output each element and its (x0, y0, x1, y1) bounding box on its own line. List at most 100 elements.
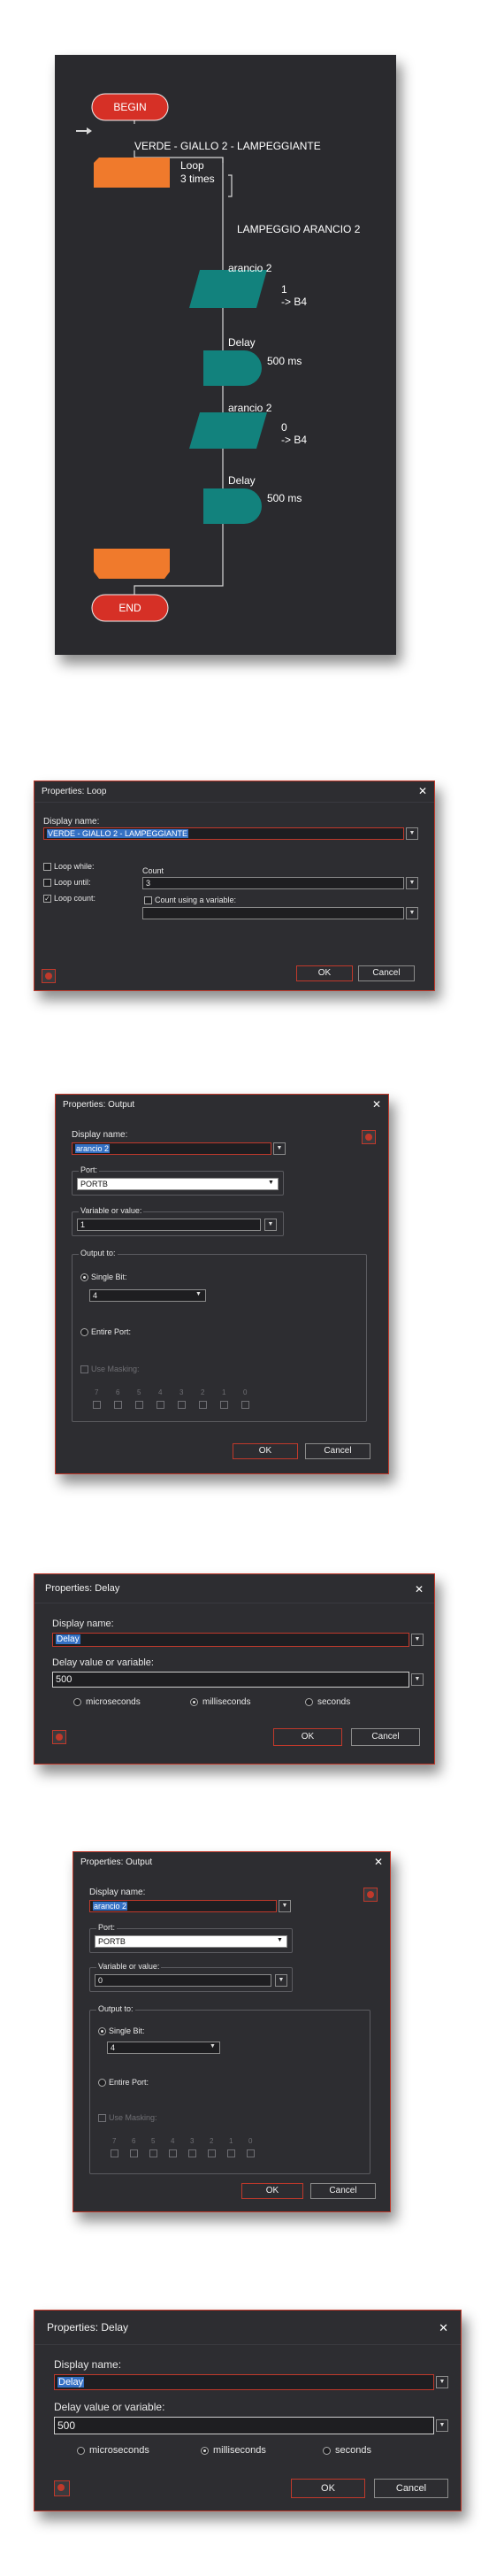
count-variable-dropdown[interactable]: ▼ (406, 907, 418, 919)
chevron-down-icon: ▼ (210, 2043, 216, 2049)
display-name-dropdown[interactable]: ▼ (411, 1634, 424, 1646)
cancel-button[interactable]: Cancel (374, 2479, 448, 2498)
delay-value-label: Delay value or variable: (54, 2401, 165, 2413)
bit-mask-checkbox[interactable] (157, 1401, 164, 1409)
bit-select[interactable]: 4 (89, 1289, 206, 1302)
close-icon[interactable]: ✕ (374, 1856, 383, 1868)
bit-mask-checkbox[interactable] (130, 2149, 138, 2157)
entire-port-label: Entire Port: (109, 2078, 149, 2087)
port-select[interactable]: PORTB (77, 1178, 279, 1190)
ok-button[interactable]: OK (233, 1443, 298, 1459)
close-icon[interactable]: ✕ (439, 2321, 448, 2335)
display-name-field[interactable]: arancio 2 (72, 1142, 271, 1155)
variable-field[interactable]: 0 (95, 1974, 271, 1987)
chevron-down-icon: ▼ (277, 1937, 283, 1943)
bit-mask-checkbox[interactable] (93, 1401, 101, 1409)
close-icon[interactable]: ✕ (415, 1583, 424, 1596)
bit-mask-checkbox[interactable] (227, 2149, 235, 2157)
bit-mask-checkbox[interactable] (178, 1401, 186, 1409)
bit-mask-checkbox[interactable] (241, 1401, 249, 1409)
display-name-field[interactable]: Delay (54, 2374, 434, 2390)
bit-mask-checkbox[interactable] (220, 1401, 228, 1409)
display-name-dropdown[interactable]: ▼ (436, 2376, 448, 2388)
count-field[interactable]: 3 (142, 877, 404, 889)
help-icon[interactable] (42, 969, 56, 983)
entire-port-radio[interactable] (98, 2079, 106, 2087)
help-icon[interactable] (52, 1730, 66, 1744)
loop-until-checkbox[interactable] (43, 879, 51, 887)
seconds-label: seconds (335, 2445, 371, 2456)
entire-port-label: Entire Port: (91, 1327, 132, 1336)
loop-while-checkbox[interactable] (43, 863, 51, 871)
variable-dropdown[interactable]: ▼ (264, 1219, 277, 1231)
help-icon[interactable] (363, 1888, 378, 1902)
delay-value-dropdown[interactable]: ▼ (436, 2419, 448, 2432)
display-name-field[interactable]: arancio 2 (89, 1900, 277, 1912)
count-variable-checkbox[interactable] (144, 896, 152, 904)
flowchart-panel: BEGIN END VERDE - GIALLO 2 - LAMPEGGIANT… (55, 55, 396, 655)
port-select[interactable]: PORTB (95, 1935, 287, 1948)
display-name-dropdown[interactable]: ▼ (406, 827, 418, 840)
delay-value-dropdown[interactable]: ▼ (411, 1673, 424, 1686)
count-variable-label: Count using a variable: (155, 896, 237, 904)
bit-mask-checkbox[interactable] (114, 1401, 122, 1409)
output1-block[interactable] (189, 270, 267, 308)
variable-field[interactable]: 1 (77, 1219, 261, 1231)
bit-mask-checkbox[interactable] (188, 2149, 196, 2157)
bit-mask-checkbox[interactable] (208, 2149, 216, 2157)
help-icon[interactable] (54, 2480, 70, 2496)
delay-value-label: Delay value or variable: (52, 1657, 154, 1668)
count-dropdown[interactable]: ▼ (406, 877, 418, 889)
use-masking-checkbox[interactable] (80, 1365, 88, 1373)
variable-label: Variable or value: (96, 1962, 162, 1971)
seconds-radio[interactable] (305, 1698, 313, 1706)
loop-start-block[interactable] (94, 158, 170, 188)
entire-port-radio[interactable] (80, 1328, 88, 1336)
microseconds-radio[interactable] (77, 2447, 85, 2455)
delay-value-field[interactable]: 500 (54, 2417, 434, 2434)
cancel-button[interactable]: Cancel (310, 2183, 376, 2199)
use-masking-checkbox[interactable] (98, 2114, 106, 2122)
bit-mask-checkbox[interactable] (149, 2149, 157, 2157)
ok-button[interactable]: OK (273, 1728, 342, 1746)
bit-label-2: 2 (201, 1388, 205, 1396)
output2-block[interactable] (189, 412, 267, 449)
loop-count-label: Loop count: (54, 894, 96, 903)
seconds-radio[interactable] (323, 2447, 331, 2455)
begin-label: BEGIN (113, 101, 147, 113)
count-variable-field[interactable] (142, 907, 404, 919)
close-icon[interactable]: ✕ (418, 785, 427, 797)
close-icon[interactable]: ✕ (372, 1098, 381, 1111)
ok-button[interactable]: OK (241, 2183, 303, 2199)
bit-mask-checkbox[interactable] (169, 2149, 177, 2157)
display-name-dropdown[interactable]: ▼ (279, 1900, 291, 1912)
single-bit-radio[interactable] (80, 1273, 88, 1281)
display-name-dropdown[interactable]: ▼ (273, 1142, 286, 1155)
display-name-field[interactable]: VERDE - GIALLO 2 - LAMPEGGIANTE (43, 827, 404, 840)
ok-button[interactable]: OK (291, 2479, 365, 2498)
loop-count-checkbox[interactable]: ✓ (43, 895, 51, 903)
bit-select[interactable]: 4 (107, 2042, 220, 2054)
delay1-block[interactable] (203, 350, 262, 386)
delay-value-field[interactable]: 500 (52, 1672, 409, 1688)
cancel-button[interactable]: Cancel (358, 965, 415, 981)
variable-dropdown[interactable]: ▼ (275, 1974, 287, 1987)
display-name-field[interactable]: Delay (52, 1633, 409, 1647)
single-bit-label: Single Bit: (109, 2026, 145, 2035)
loop-end-block[interactable] (94, 549, 170, 579)
single-bit-label: Single Bit: (91, 1273, 127, 1281)
microseconds-radio[interactable] (73, 1698, 81, 1706)
bit-mask-checkbox[interactable] (111, 2149, 118, 2157)
single-bit-radio[interactable] (98, 2027, 106, 2035)
help-icon[interactable] (362, 1130, 376, 1144)
ok-button[interactable]: OK (296, 965, 353, 981)
milliseconds-radio[interactable] (201, 2447, 209, 2455)
delay2-block[interactable] (203, 488, 262, 524)
cancel-button[interactable]: Cancel (305, 1443, 370, 1459)
bit-mask-checkbox[interactable] (247, 2149, 255, 2157)
bit-mask-checkbox[interactable] (135, 1401, 143, 1409)
cancel-button[interactable]: Cancel (351, 1728, 420, 1746)
milliseconds-radio[interactable] (190, 1698, 198, 1706)
display-name-label: Display name: (89, 1888, 146, 1897)
bit-mask-checkbox[interactable] (199, 1401, 207, 1409)
